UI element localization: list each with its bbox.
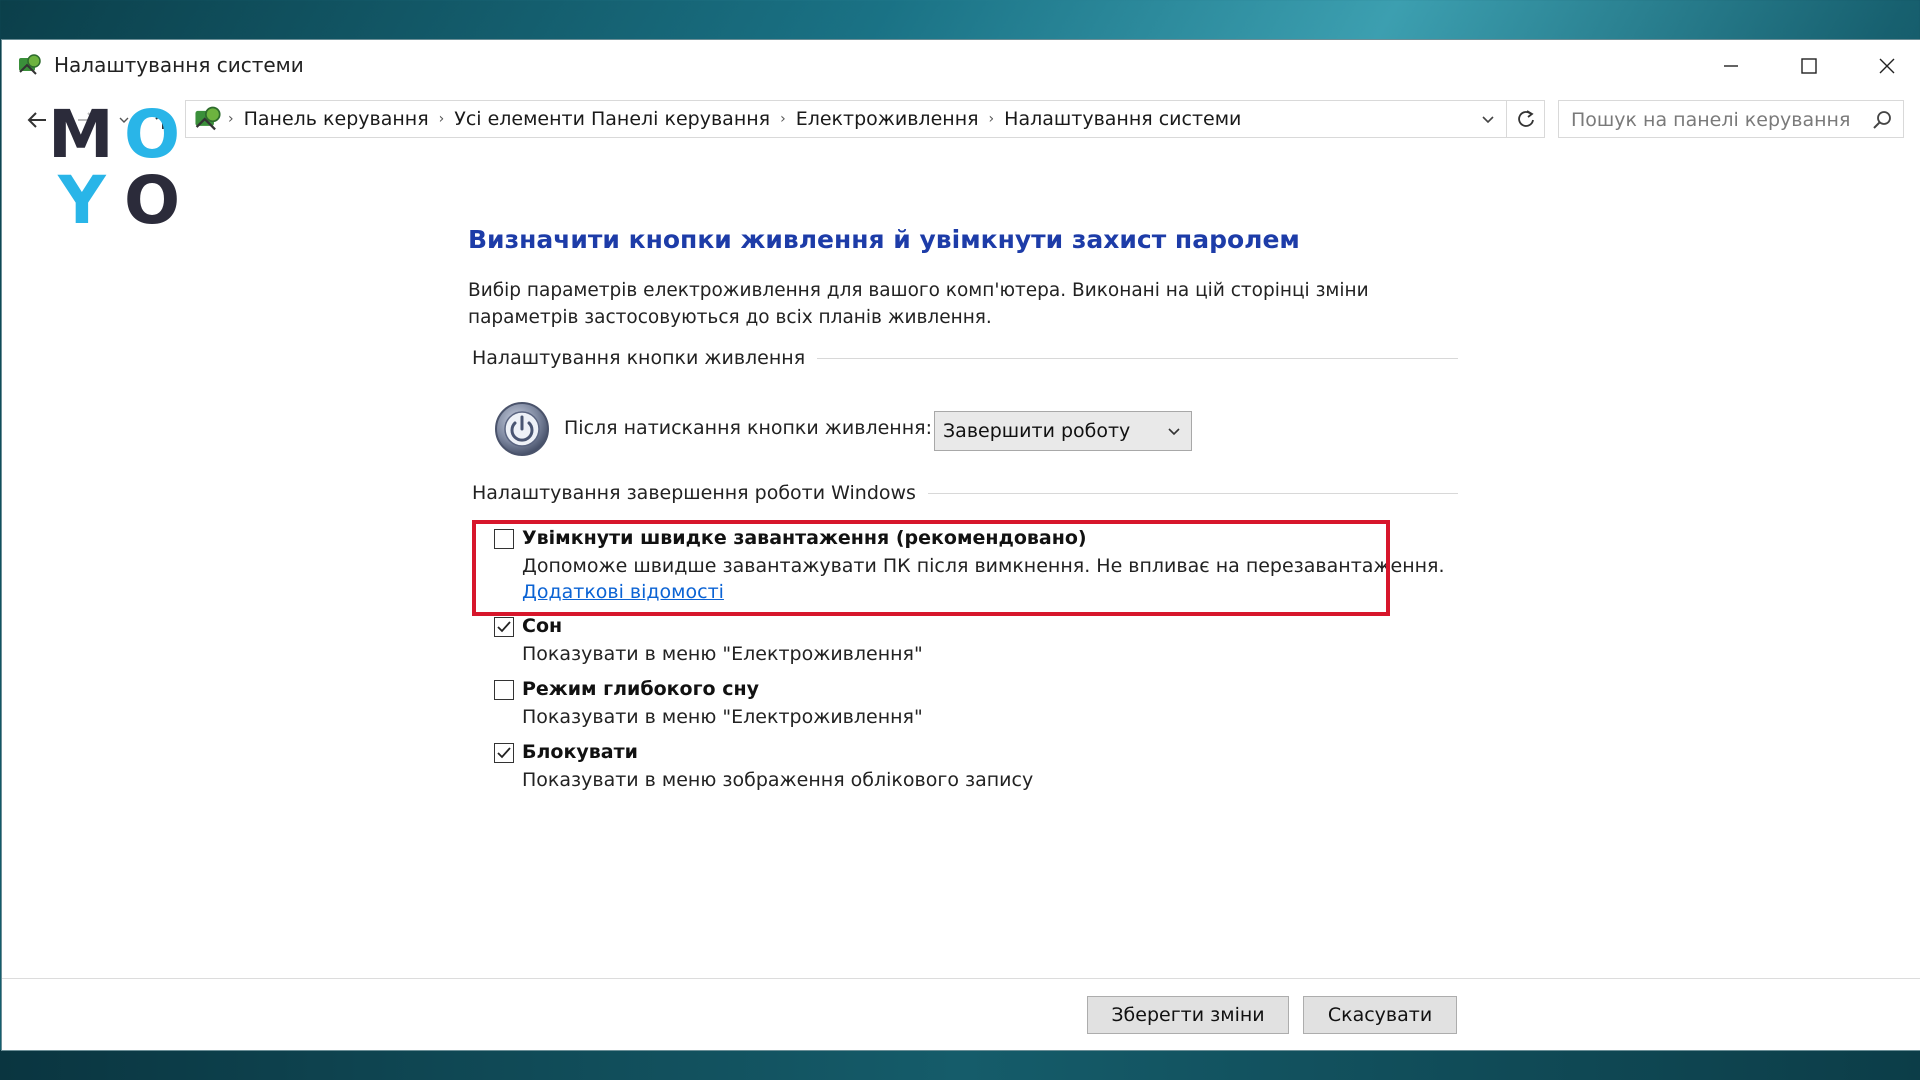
close-button[interactable]	[1848, 40, 1920, 92]
chevron-right-icon: ›	[988, 111, 995, 127]
back-arrow-icon	[27, 112, 46, 128]
navigation-bar: › Панель керування › Усі елементи Панелі…	[2, 100, 1920, 140]
option-title: Сон	[522, 615, 563, 637]
window-title: Налаштування системи	[54, 53, 304, 77]
chevron-right-icon: ›	[438, 111, 445, 127]
breadcrumb-all-items[interactable]: Усі елементи Панелі керування	[454, 108, 770, 130]
option-title: Режим глибокого сну	[522, 678, 759, 700]
maximize-button[interactable]	[1770, 40, 1848, 92]
divider	[927, 492, 1458, 494]
chevron-down-icon	[1482, 116, 1494, 124]
logo-letter-y: Y	[58, 162, 106, 239]
sleep-checkbox[interactable]	[494, 617, 514, 637]
control-panel-icon	[195, 106, 221, 131]
power-button-label: Після натискання кнопки живлення:	[564, 417, 932, 439]
chevron-right-icon: ›	[780, 111, 786, 127]
refresh-button[interactable]	[1507, 100, 1545, 138]
group-title: Налаштування завершення роботи Windows	[472, 482, 916, 504]
footer-divider	[2, 978, 1920, 979]
control-panel-window: Налаштування системи › Панель керування …	[2, 40, 1920, 1050]
refresh-icon	[1517, 110, 1534, 127]
page-heading: Визначити кнопки живлення й увімкнути за…	[468, 225, 1300, 254]
control-panel-icon	[19, 54, 41, 75]
shutdown-group-header: Налаштування завершення роботи Windows	[472, 482, 1458, 504]
group-title: Налаштування кнопки живлення	[472, 347, 806, 369]
breadcrumb-power-options[interactable]: Електроживлення	[796, 108, 979, 130]
cancel-button[interactable]: Скасувати	[1303, 996, 1457, 1034]
hibernate-checkbox[interactable]	[494, 680, 514, 700]
chevron-down-icon	[1168, 428, 1180, 436]
address-dropdown-button[interactable]	[1470, 101, 1506, 137]
checkmark-icon	[497, 621, 511, 633]
desktop-background	[0, 1050, 1920, 1080]
power-button-group-header: Налаштування кнопки живлення	[472, 347, 1458, 369]
maximize-icon	[1801, 58, 1817, 74]
breadcrumb-control-panel[interactable]: Панель керування	[244, 108, 429, 130]
close-icon	[1879, 58, 1895, 74]
power-button-icon	[495, 402, 549, 456]
power-button-action-select[interactable]: Завершити роботу	[934, 411, 1192, 451]
logo-letter-o: O	[124, 162, 181, 239]
logo-letter-o: O	[124, 96, 181, 173]
logo-letter-m: M	[48, 96, 114, 173]
option-subtitle: Показувати в меню "Електроживлення"	[522, 706, 923, 728]
option-subtitle: Показувати в меню зображення облікового …	[522, 769, 1034, 791]
option-subtitle: Показувати в меню "Електроживлення"	[522, 643, 923, 665]
chevron-right-icon: ›	[228, 111, 234, 127]
address-box[interactable]: › Панель керування › Усі елементи Панелі…	[185, 100, 1507, 138]
breadcrumb-system-settings[interactable]: Налаштування системи	[1004, 108, 1241, 130]
page-description: Вибір параметрів електроживлення для ваш…	[468, 280, 1369, 328]
search-icon[interactable]	[1871, 109, 1893, 131]
option-title: Блокувати	[522, 741, 638, 763]
select-value: Завершити роботу	[943, 420, 1131, 442]
minimize-icon	[1724, 65, 1738, 67]
search-input[interactable]	[1569, 107, 1853, 133]
save-changes-button[interactable]: Зберегти зміни	[1087, 996, 1289, 1034]
minimize-button[interactable]	[1692, 40, 1770, 92]
title-bar: Налаштування системи	[2, 40, 1920, 92]
checkmark-icon	[497, 747, 511, 759]
search-box[interactable]	[1558, 100, 1904, 138]
lock-checkbox[interactable]	[494, 743, 514, 763]
divider	[817, 357, 1458, 359]
moyo-logo: M O Y O	[48, 102, 188, 238]
highlight-box	[472, 520, 1390, 616]
